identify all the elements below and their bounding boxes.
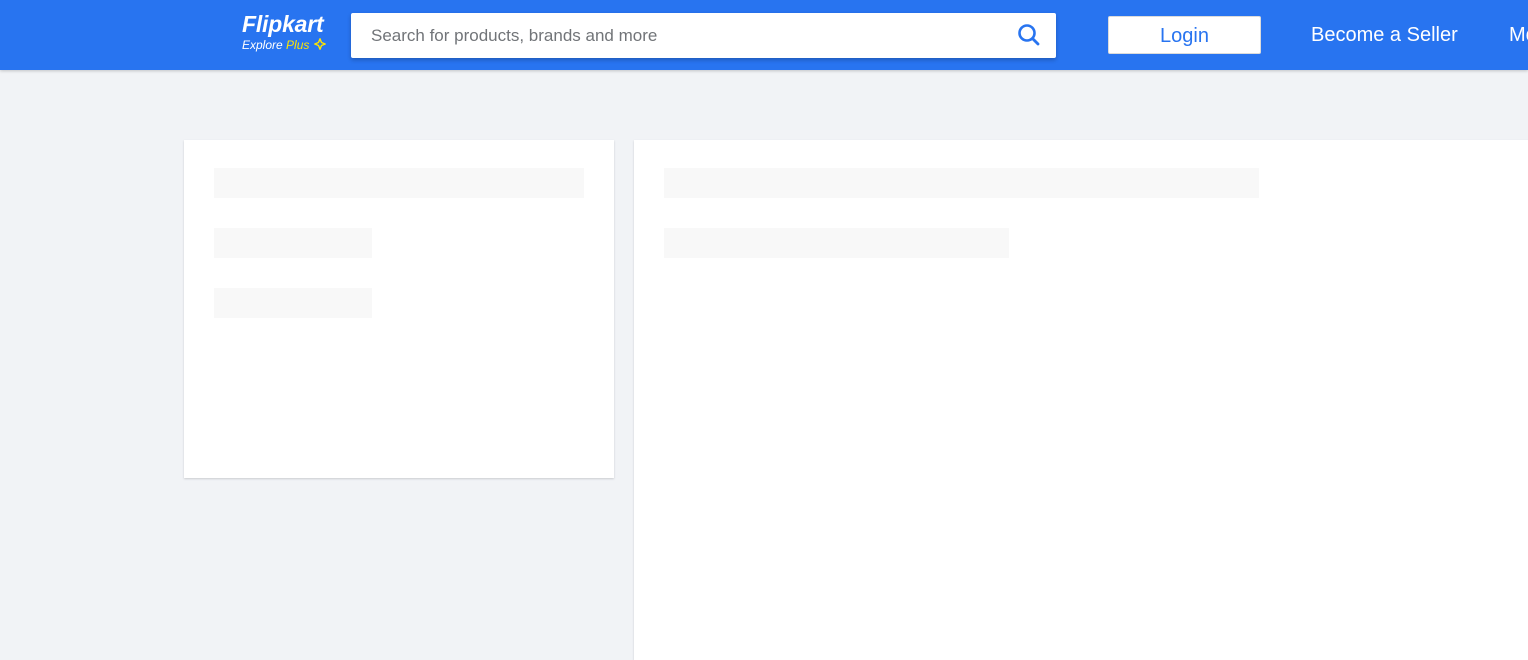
search-input[interactable] — [351, 13, 1001, 58]
skeleton-line — [214, 168, 584, 198]
skeleton-line — [664, 168, 1259, 198]
flipkart-logo[interactable]: Flipkart Explore Plus — [242, 10, 342, 60]
skeleton-line — [214, 288, 372, 318]
right-panel-skeleton — [634, 140, 1528, 660]
more-menu[interactable]: More — [1509, 22, 1528, 48]
tagline-plus: Plus — [286, 38, 310, 52]
top-header: Flipkart Explore Plus Login Become a Sel… — [0, 0, 1528, 70]
search-bar — [351, 13, 1056, 58]
login-button[interactable]: Login — [1108, 16, 1261, 54]
left-panel-skeleton — [184, 140, 614, 478]
plus-icon — [313, 38, 326, 50]
skeleton-line — [214, 228, 372, 258]
search-button[interactable] — [1014, 21, 1044, 51]
tagline-explore: Explore — [242, 38, 283, 52]
search-icon — [1018, 24, 1040, 46]
become-seller-link[interactable]: Become a Seller — [1311, 22, 1458, 48]
skeleton-line — [664, 228, 1009, 258]
logo-text: Flipkart — [242, 11, 324, 37]
logo-tagline: Explore Plus — [242, 38, 326, 52]
